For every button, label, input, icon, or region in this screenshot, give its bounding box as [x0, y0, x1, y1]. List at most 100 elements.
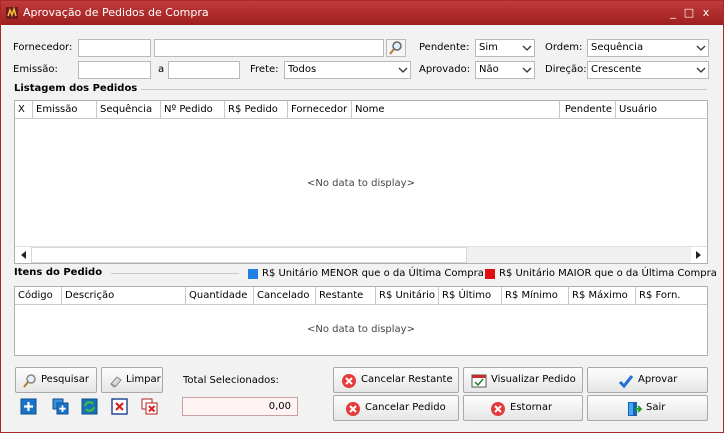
items-col-cancelado[interactable]: Cancelado — [254, 287, 316, 305]
aprovado-select[interactable]: Não — [475, 61, 535, 79]
window-title: Aprovação de Pedidos de Compra — [23, 6, 209, 19]
cancel-icon — [491, 402, 505, 416]
close-button[interactable]: x — [698, 5, 714, 21]
search-icon — [23, 374, 36, 388]
main-window: Aprovação de Pedidos de Compra _ □ x For… — [0, 0, 724, 433]
cancel-icon — [342, 374, 356, 388]
pesquisar-label: Pesquisar — [41, 374, 89, 385]
frete-label: Frete: — [250, 64, 279, 75]
ordem-value: Sequência — [591, 42, 644, 53]
emissao-label: Emissão: — [13, 64, 58, 75]
direcao-value: Crescente — [591, 64, 642, 75]
pesquisar-button[interactable]: Pesquisar — [15, 367, 97, 393]
chevron-down-icon — [696, 67, 706, 73]
estornar-label: Estornar — [510, 402, 553, 413]
limpar-label: Limpar — [126, 374, 161, 385]
legend-lower-swatch — [248, 269, 258, 279]
items-grid[interactable]: Código Descrição Quantidade Cancelado Re… — [14, 286, 708, 356]
title-bar[interactable]: Aprovação de Pedidos de Compra _ □ x — [1, 1, 723, 25]
items-col-unitario[interactable]: R$ Unitário — [376, 287, 439, 305]
orders-col-emissao[interactable]: Emissão — [33, 101, 97, 119]
items-col-maximo[interactable]: R$ Máximo — [569, 287, 636, 305]
sair-button[interactable]: Sair — [587, 395, 708, 421]
emissao-to-input[interactable] — [168, 61, 240, 79]
fornecedor-label: Fornecedor: — [13, 42, 73, 53]
legend-higher-label: R$ Unitário MAIOR que o da Última Compra — [499, 268, 717, 279]
emissao-from-input[interactable] — [78, 61, 151, 79]
remove-multiple-icon[interactable] — [141, 398, 158, 415]
chevron-down-icon — [398, 67, 408, 73]
orders-section-title: Listagem dos Pedidos — [14, 83, 138, 94]
visualizar-pedido-button[interactable]: Visualizar Pedido — [463, 367, 583, 393]
aprovar-button[interactable]: Aprovar — [587, 367, 708, 393]
orders-grid-header: X Emissão Sequência Nº Pedido R$ Pedido … — [15, 101, 707, 119]
orders-grid[interactable]: X Emissão Sequência Nº Pedido R$ Pedido … — [14, 100, 708, 264]
direcao-select[interactable]: Crescente — [587, 61, 709, 79]
pendente-label: Pendente: — [419, 42, 470, 53]
orders-col-valor[interactable]: R$ Pedido — [225, 101, 288, 119]
scroll-left-icon[interactable] — [19, 250, 29, 260]
items-col-restante[interactable]: Restante — [316, 287, 376, 305]
add-multiple-icon[interactable] — [52, 398, 69, 415]
orders-col-nome[interactable]: Nome — [352, 101, 560, 119]
minimize-button[interactable]: _ — [665, 5, 681, 21]
fornecedor-code-input[interactable] — [78, 39, 151, 57]
checkmark-icon — [618, 375, 634, 389]
fornecedor-name-input[interactable] — [154, 39, 384, 57]
cancelar-pedido-label: Cancelar Pedido — [365, 402, 446, 413]
items-grid-header: Código Descrição Quantidade Cancelado Re… — [15, 287, 707, 305]
items-col-ultimo[interactable]: R$ Último — [439, 287, 502, 305]
cancelar-pedido-button[interactable]: Cancelar Pedido — [333, 395, 459, 421]
search-icon — [389, 41, 402, 55]
orders-col-numero[interactable]: Nº Pedido — [161, 101, 225, 119]
ordem-label: Ordem: — [545, 42, 583, 53]
refresh-icon[interactable] — [81, 398, 98, 415]
orders-col-usuario[interactable]: Usuário — [616, 101, 707, 119]
scroll-right-icon[interactable] — [693, 250, 703, 260]
app-icon — [6, 6, 18, 19]
legend-higher-swatch — [485, 269, 495, 279]
frete-select[interactable]: Todos — [284, 61, 411, 79]
cancel-icon — [346, 402, 360, 416]
limpar-button[interactable]: Limpar — [101, 367, 163, 393]
chevron-down-icon — [696, 45, 706, 51]
direcao-label: Direção: — [545, 64, 587, 75]
ordem-select[interactable]: Sequência — [587, 39, 709, 57]
items-section-divider — [111, 273, 239, 274]
pendente-value: Sim — [479, 42, 498, 53]
total-selecionados-value: 0,00 — [182, 397, 298, 416]
remove-item-icon[interactable] — [111, 398, 128, 415]
orders-empty-message: <No data to display> — [307, 178, 415, 189]
aprovar-label: Aprovar — [638, 374, 678, 385]
orders-horizontal-scrollbar[interactable] — [15, 246, 707, 263]
orders-col-select[interactable]: X — [15, 101, 33, 119]
exit-door-icon — [628, 402, 642, 416]
legend-lower-label: R$ Unitário MENOR que o da Última Compra — [262, 268, 484, 279]
aprovado-label: Aprovado: — [419, 64, 471, 75]
orders-section-divider — [141, 89, 707, 90]
items-col-descricao[interactable]: Descrição — [62, 287, 186, 305]
maximize-button[interactable]: □ — [681, 5, 697, 21]
orders-col-fornecedor[interactable]: Fornecedor — [288, 101, 352, 119]
cancelar-restante-button[interactable]: Cancelar Restante — [333, 367, 459, 393]
cancelar-restante-label: Cancelar Restante — [361, 374, 453, 385]
total-selecionados-label: Total Selecionados: — [183, 375, 279, 386]
orders-col-pendente[interactable]: Pendente — [560, 101, 616, 119]
sair-label: Sair — [646, 402, 666, 413]
items-col-codigo[interactable]: Código — [15, 287, 62, 305]
add-item-icon[interactable] — [20, 398, 37, 415]
items-col-quantidade[interactable]: Quantidade — [186, 287, 254, 305]
items-col-minimo[interactable]: R$ Mínimo — [502, 287, 569, 305]
frete-value: Todos — [288, 64, 317, 75]
scrollbar-thumb[interactable] — [31, 247, 467, 263]
chevron-down-icon — [522, 67, 532, 73]
items-section-title: Itens do Pedido — [14, 267, 103, 278]
estornar-button[interactable]: Estornar — [463, 395, 583, 421]
eraser-icon — [110, 376, 122, 388]
fornecedor-search-button[interactable] — [386, 39, 406, 57]
items-col-fornecedor[interactable]: R$ Forn. — [636, 287, 707, 305]
orders-col-sequencia[interactable]: Sequência — [97, 101, 161, 119]
pendente-select[interactable]: Sim — [475, 39, 535, 57]
chevron-down-icon — [522, 45, 532, 51]
document-view-icon — [471, 374, 487, 388]
